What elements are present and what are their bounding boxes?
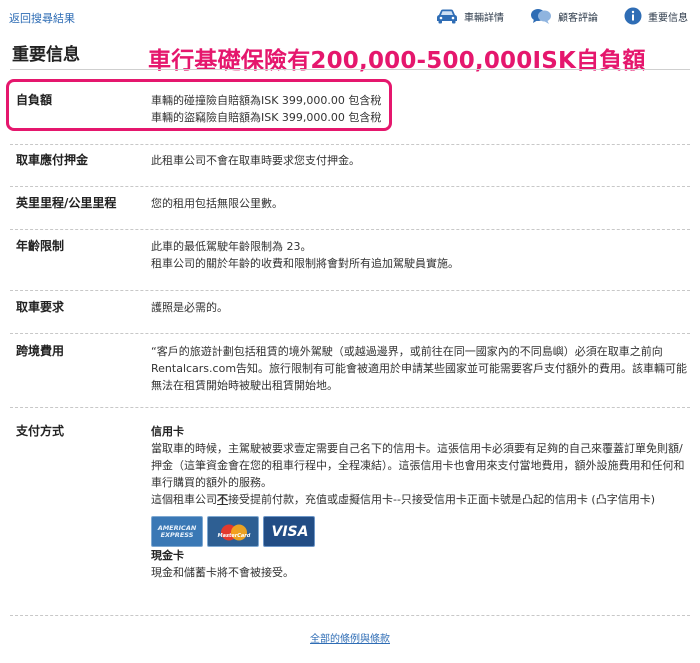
nav-car-details-label: 車輛詳情 [464, 12, 504, 24]
mastercard-logo: MasterCard [207, 516, 259, 547]
amex-card-logo: AMERICAN EXPRESS [151, 516, 203, 547]
info-row-cross-border: 跨境費用 “客戶的旅遊計劃包括租賃的境外駕駛（或越過邊界，或前往在同一國家內的不… [10, 342, 690, 408]
nav-important-info[interactable]: 重要信息 [624, 7, 688, 25]
card-policy-text: 這個租車公司不接受提前付款，充值或虛擬信用卡--只接受信用卡正面卡號是凸起的信用… [151, 491, 693, 508]
row-value-cross-border: “客戶的旅遊計劃包括租賃的境外駕駛（或越過邊界，或前往在同一國家內的不同島嶼）必… [151, 343, 693, 394]
info-row-mileage: 英里里程/公里里程 您的租用包括無限公里數。 [10, 194, 690, 230]
passport-text: 護照是必需的。 [151, 301, 228, 314]
row-value-payment: 信用卡 當取車的時候，主駕駛被要求壹定需要自己名下的信用卡。這張信用卡必須要有足… [151, 423, 693, 581]
row-value-requirements: 護照是必需的。 [151, 299, 693, 316]
info-icon [624, 7, 642, 25]
nav-important-info-label: 重要信息 [648, 12, 688, 24]
top-nav: 車輛詳情 顧客評論 重要信息 [410, 5, 688, 27]
nav-car-details[interactable]: 車輛詳情 [436, 8, 504, 24]
cash-card-text: 現金和儲蓄卡將不會被接受。 [151, 566, 294, 579]
info-row-deposit: 取車應付押金 此租車公司不會在取車時要求您支付押金。 [10, 151, 690, 187]
cross-border-text: “客戶的旅遊計劃包括租賃的境外駕駛（或越過邊界，或前往在同一國家內的不同島嶼）必… [151, 345, 688, 392]
top-bar: 返回搜尋結果 車輛詳情 顧客評論 重要信息 [0, 0, 700, 34]
cash-card-heading: 現金卡 [151, 549, 184, 562]
accepted-cards: AMERICAN EXPRESS MasterCard VISA [151, 516, 693, 547]
visa-card-logo: VISA [263, 516, 315, 547]
row-value-deposit: 此租車公司不會在取車時要求您支付押金。 [151, 152, 693, 169]
terms-and-conditions-link[interactable]: 全部的條例與條款 [0, 630, 700, 645]
row-label-requirements: 取車要求 [16, 300, 65, 314]
info-row-requirements: 取車要求 護照是必需的。 [10, 298, 690, 334]
credit-card-heading: 信用卡 [151, 425, 184, 438]
row-value-mileage: 您的租用包括無限公里數。 [151, 195, 693, 212]
info-row-payment: 支付方式 信用卡 當取車的時候，主駕駛被要求壹定需要自己名下的信用卡。這張信用卡… [10, 422, 690, 616]
row-divider [10, 144, 690, 145]
nav-customer-reviews[interactable]: 顧客評論 [530, 7, 598, 25]
visa-text: VISA [271, 524, 309, 540]
reviews-icon [530, 7, 552, 25]
mileage-text: 您的租用包括無限公里數。 [151, 197, 283, 210]
row-label-payment: 支付方式 [16, 424, 65, 438]
amex-line2: EXPRESS [160, 531, 194, 539]
row-label-deposit: 取車應付押金 [16, 153, 89, 167]
back-to-results-link[interactable]: 返回搜尋結果 [9, 10, 75, 26]
car-icon [436, 8, 458, 24]
nav-customer-reviews-label: 顧客評論 [558, 12, 598, 24]
card-policy-bold: 不 [217, 493, 228, 506]
title-divider [10, 69, 690, 70]
excess-highlight [6, 79, 392, 131]
mastercard-text: MasterCard [217, 533, 251, 539]
card-policy-post: 接受提前付款，充值或虛擬信用卡--只接受信用卡正面卡號是凸起的信用卡 (凸字信用… [228, 493, 656, 506]
row-value-age: 此車的最低駕駛年齡限制為 23。 租車公司的關於年齡的收費和限制將會對所有追加駕… [151, 238, 693, 272]
row-label-age: 年齡限制 [16, 239, 65, 253]
deposit-text: 此租車公司不會在取車時要求您支付押金。 [151, 154, 360, 167]
row-label-mileage: 英里里程/公里里程 [16, 196, 117, 210]
age-fee-text: 租車公司的關於年齡的收費和限制將會對所有追加駕駛員實施。 [151, 257, 459, 270]
card-policy-pre: 這個租車公司 [151, 493, 217, 506]
credit-card-text: 當取車的時候，主駕駛被要求壹定需要自己名下的信用卡。這張信用卡必須要有足夠的自己… [151, 442, 685, 489]
info-row-age: 年齡限制 此車的最低駕駛年齡限制為 23。 租車公司的關於年齡的收費和限制將會對… [10, 237, 690, 291]
min-age-text: 此車的最低駕駛年齡限制為 23。 [151, 240, 312, 253]
page-title: 重要信息 [12, 45, 80, 65]
row-label-cross-border: 跨境費用 [16, 344, 65, 358]
